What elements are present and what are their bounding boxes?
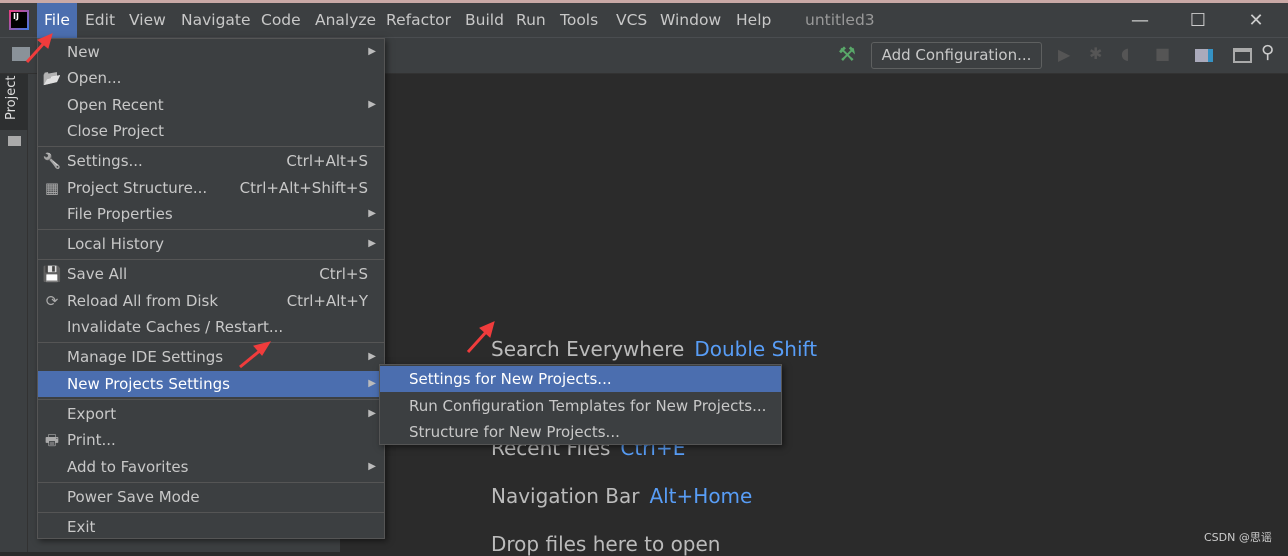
annotation-arrows [25, 33, 495, 369]
annotation-arrow-submenu [466, 329, 489, 354]
annotation-arrow-file [25, 40, 47, 64]
